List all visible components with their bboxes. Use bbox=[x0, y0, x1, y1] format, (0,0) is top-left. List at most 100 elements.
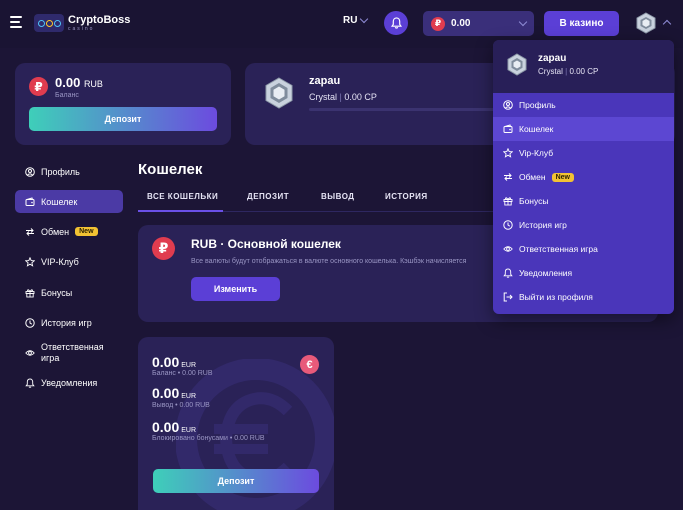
dropdown-menu: Профиль Кошелек Vip-Клуб Обмен New Бонус… bbox=[493, 93, 674, 314]
sidebar-item-label: Обмен bbox=[41, 226, 70, 237]
eur-balance-amount: 0.00 EUR bbox=[152, 354, 197, 370]
dropdown-item-label: Обмен bbox=[519, 172, 546, 182]
balance-label: Баланс bbox=[55, 92, 79, 99]
ruble-coin-icon: ₽ bbox=[431, 16, 445, 31]
sidebar-item-bonuses[interactable]: Бонусы bbox=[15, 281, 123, 304]
sidebar-item-vip[interactable]: VIP-Клуб bbox=[15, 250, 123, 273]
dropdown-item-responsible-gaming[interactable]: Ответственная игра bbox=[493, 237, 674, 261]
dropdown-item-wallet[interactable]: Кошелек bbox=[493, 117, 674, 141]
dropdown-item-profile[interactable]: Профиль bbox=[493, 93, 674, 117]
level-hexagon-icon bbox=[265, 77, 293, 109]
profile-level: Crystal | 0.00 CP bbox=[309, 92, 377, 102]
user-circle-icon bbox=[503, 100, 513, 110]
change-wallet-button[interactable]: Изменить bbox=[191, 277, 280, 301]
logo-name: CryptoBoss bbox=[68, 13, 131, 26]
deposit-button[interactable]: Депозит bbox=[29, 107, 217, 131]
dropdown-item-label: Выйти из профиля bbox=[519, 292, 593, 302]
eur-withdraw-label: Вывод • 0.00 RUB bbox=[152, 402, 210, 409]
eye-icon bbox=[25, 350, 35, 356]
eye-icon bbox=[503, 246, 513, 252]
active-tab-indicator bbox=[138, 210, 223, 212]
sidebar-item-game-history[interactable]: История игр bbox=[15, 311, 123, 334]
eur-wallet-card: € 0.00 EUR Баланс • 0.00 RUB 0.00 EUR Выво… bbox=[138, 337, 334, 510]
dropdown-item-vip[interactable]: Vip-Клуб bbox=[493, 141, 674, 165]
user-circle-icon bbox=[25, 166, 35, 177]
dropdown-item-label: Vip-Клуб bbox=[519, 148, 554, 158]
star-icon bbox=[503, 148, 513, 158]
dropdown-item-label: История игр bbox=[519, 220, 567, 230]
tab-withdraw[interactable]: ВЫВОД bbox=[321, 192, 355, 201]
sidebar-item-label: Кошелек bbox=[41, 196, 78, 207]
sidebar-item-responsible-gaming[interactable]: Ответственная игра bbox=[15, 336, 123, 370]
dropdown-username: zapau bbox=[538, 53, 567, 64]
exchange-icon bbox=[26, 227, 34, 236]
dropdown-item-label: Уведомления bbox=[519, 268, 573, 278]
history-icon bbox=[503, 220, 513, 230]
sidebar-item-wallet[interactable]: Кошелек bbox=[15, 190, 123, 213]
main-wallet-description: Все валюты будут отображаться в валюте о… bbox=[191, 258, 467, 265]
history-icon bbox=[25, 317, 35, 328]
ruble-coin-icon: ₽ bbox=[152, 237, 175, 260]
language-selector[interactable]: RU bbox=[343, 14, 369, 26]
level-hexagon-icon bbox=[507, 53, 527, 76]
to-casino-button[interactable]: В казино bbox=[544, 11, 619, 36]
language-label: RU bbox=[343, 15, 358, 26]
eur-balance-label: Баланс • 0.00 RUB bbox=[152, 370, 213, 377]
gift-icon bbox=[25, 288, 35, 297]
sidebar-item-exchange[interactable]: Обмен New bbox=[15, 220, 123, 243]
main-wallet-title: RUB · Основной кошелек bbox=[191, 237, 341, 251]
tab-deposit[interactable]: ДЕПОЗИТ bbox=[247, 192, 289, 201]
eur-blocked-amount: 0.00 EUR bbox=[152, 419, 197, 435]
eur-blocked-label: Блокировано бонусами • 0.00 RUB bbox=[152, 435, 265, 442]
star-icon bbox=[25, 256, 35, 267]
dropdown-item-logout[interactable]: Выйти из профиля bbox=[493, 285, 674, 309]
avatar-hexagon-icon[interactable] bbox=[636, 12, 656, 34]
dropdown-item-label: Профиль bbox=[519, 100, 556, 110]
new-badge: New bbox=[551, 172, 574, 182]
tab-all-wallets[interactable]: ВСЕ КОШЕЛЬКИ bbox=[147, 192, 218, 201]
header-balance-selector[interactable]: ₽ 0.00 bbox=[423, 11, 534, 36]
dropdown-item-bonuses[interactable]: Бонусы bbox=[493, 189, 674, 213]
gift-icon bbox=[503, 197, 513, 206]
dropdown-item-label: Кошелек bbox=[519, 124, 554, 134]
dropdown-item-label: Бонусы bbox=[519, 196, 549, 206]
wallet-icon bbox=[25, 196, 35, 206]
dropdown-item-game-history[interactable]: История игр bbox=[493, 213, 674, 237]
page-title: Кошелек bbox=[138, 161, 203, 178]
profile-dropdown: zapau Crystal | 0.00 CP Профиль Кошелек … bbox=[493, 40, 674, 314]
ruble-coin-icon: ₽ bbox=[29, 77, 48, 96]
level-progress-bar bbox=[309, 108, 499, 111]
tabs-divider bbox=[223, 211, 493, 212]
bell-icon bbox=[503, 268, 513, 278]
tab-history[interactable]: ИСТОРИЯ bbox=[385, 192, 428, 201]
sidebar-item-notifications[interactable]: Уведомления bbox=[15, 371, 123, 394]
chevron-down-icon bbox=[360, 14, 369, 24]
dropdown-item-exchange[interactable]: Обмен New bbox=[493, 165, 674, 189]
dropdown-header: zapau Crystal | 0.00 CP bbox=[493, 40, 674, 93]
logo-sub: casino bbox=[68, 25, 95, 32]
notifications-button[interactable] bbox=[384, 11, 408, 35]
dropdown-level: Crystal | 0.00 CP bbox=[538, 67, 599, 76]
sidebar-item-profile[interactable]: Профиль bbox=[15, 160, 123, 183]
chevron-down-icon bbox=[518, 17, 528, 27]
euro-coin-icon: € bbox=[300, 355, 319, 374]
dropdown-item-label: Ответственная игра bbox=[519, 244, 598, 254]
wallet-icon bbox=[503, 124, 513, 133]
exchange-icon bbox=[504, 173, 512, 181]
logout-icon bbox=[503, 292, 513, 302]
sidebar-item-label: Бонусы bbox=[41, 287, 73, 298]
header-balance-amount: 0.00 bbox=[451, 18, 471, 29]
balance-card: ₽ 0.00 RUB Баланс Депозит bbox=[15, 63, 231, 145]
sidebar-item-label: Уведомления bbox=[41, 377, 98, 388]
sidebar-item-label: Ответственная игра bbox=[41, 342, 104, 363]
eur-withdraw-amount: 0.00 EUR bbox=[152, 385, 197, 401]
dropdown-item-notifications[interactable]: Уведомления bbox=[493, 261, 674, 285]
logo[interactable]: CryptoBoss casino bbox=[34, 13, 130, 33]
bell-icon bbox=[25, 378, 35, 388]
menu-icon[interactable] bbox=[10, 16, 24, 28]
profile-username: zapau bbox=[309, 75, 341, 87]
sidebar-item-label: Профиль bbox=[41, 166, 80, 177]
eur-deposit-button[interactable]: Депозит bbox=[153, 469, 319, 493]
sidebar-item-label: История игр bbox=[41, 317, 92, 328]
sidebar-item-label: VIP-Клуб bbox=[41, 256, 79, 267]
